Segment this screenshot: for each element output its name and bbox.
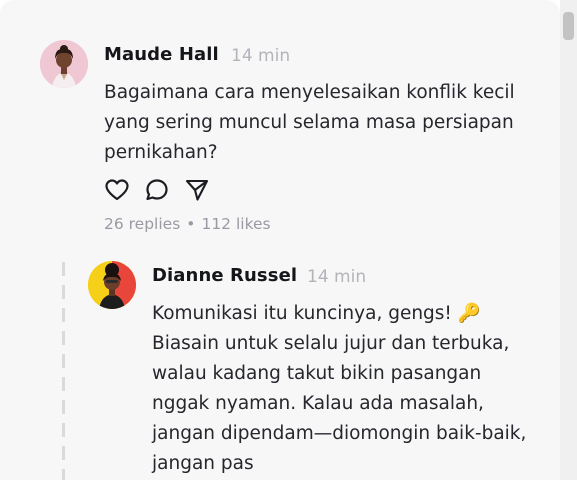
reply-text: Komunikasi itu kuncinya, gengs! 🔑 Biasai…	[152, 303, 527, 474]
scrollbar-thumb[interactable]	[563, 12, 574, 40]
post-stats: 26 replies • 112 likes	[104, 215, 271, 233]
reply-author-name[interactable]: Dianne Russel	[152, 265, 297, 286]
like-count[interactable]: 112 likes	[201, 215, 270, 233]
avatar-maude-hall[interactable]	[40, 40, 88, 88]
scrollbar-track[interactable]	[560, 0, 577, 480]
comment-icon[interactable]	[144, 177, 170, 203]
post-text: Bagaimana cara menyelesaikan konflik kec…	[104, 82, 515, 163]
post-timestamp: 14 min	[231, 46, 291, 66]
thread-line	[62, 262, 65, 480]
stats-separator: •	[186, 215, 196, 233]
send-icon[interactable]	[184, 177, 210, 203]
comments-panel: Maude Hall 14 min Bagaimana cara menyele…	[0, 0, 560, 480]
heart-icon[interactable]	[104, 177, 130, 203]
avatar-dianne-russel[interactable]	[88, 261, 136, 309]
post-author-name[interactable]: Maude Hall	[104, 44, 219, 65]
reply-timestamp: 14 min	[307, 267, 367, 287]
reply-count[interactable]: 26 replies	[104, 215, 180, 233]
